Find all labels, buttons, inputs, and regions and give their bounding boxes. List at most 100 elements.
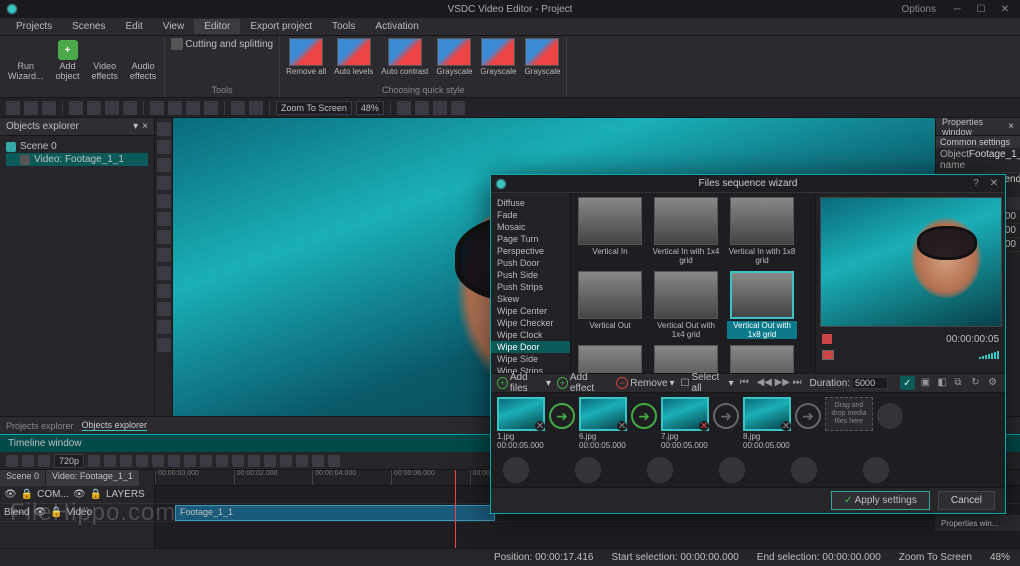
timeline-tool-icon[interactable] bbox=[22, 455, 34, 467]
transition-category-item[interactable]: Perspective bbox=[491, 245, 570, 257]
tab-projects-explorer[interactable]: Projects explorer bbox=[6, 421, 74, 431]
shape-tool-icon[interactable] bbox=[157, 284, 171, 298]
timeline-tool-icon[interactable] bbox=[296, 455, 308, 467]
confirm-check-button[interactable]: ✓ bbox=[900, 376, 915, 390]
menu-activation[interactable]: Activation bbox=[365, 19, 428, 34]
shape-tool-icon[interactable] bbox=[157, 230, 171, 244]
dialog-close-icon[interactable]: ✕ bbox=[987, 178, 1001, 190]
tool-icon[interactable] bbox=[6, 101, 20, 115]
transition-category-item[interactable]: Skew bbox=[491, 293, 570, 305]
transition-variant-item[interactable]: Horizontal In bbox=[575, 345, 645, 373]
zoom-mode-combo[interactable]: Zoom To Screen bbox=[276, 101, 352, 115]
transition-arrow-icon[interactable]: ➜ bbox=[549, 403, 575, 429]
ribbon-button[interactable]: +Addobject bbox=[54, 38, 82, 83]
shape-tool-icon[interactable] bbox=[157, 140, 171, 154]
timeline-tool-icon[interactable] bbox=[216, 455, 228, 467]
panel-close-icon[interactable]: × bbox=[142, 121, 148, 132]
timeline-tool-icon[interactable] bbox=[280, 455, 292, 467]
media-strip-item[interactable]: ✕1.jpg00:00:05.000 bbox=[497, 397, 545, 450]
cutting-splitting-button[interactable]: Cutting and splitting bbox=[171, 38, 273, 50]
tool-icon[interactable] bbox=[150, 101, 164, 115]
color-swatch[interactable] bbox=[822, 350, 834, 360]
resolution-combo[interactable]: 720p bbox=[54, 454, 84, 468]
tool-icon[interactable] bbox=[249, 101, 263, 115]
transition-variant-item[interactable]: Vertical Out with 1x8 grid bbox=[727, 271, 797, 339]
tab-properties[interactable]: Properties win... bbox=[941, 519, 998, 528]
select-all-button[interactable]: ☐Select all▾ bbox=[681, 372, 734, 394]
transition-arrow-icon[interactable]: ➜ bbox=[631, 403, 657, 429]
transition-variant-item[interactable]: Vertical Out bbox=[575, 271, 645, 339]
menu-editor[interactable]: Editor bbox=[194, 19, 240, 34]
style-tile[interactable]: Remove all bbox=[286, 38, 326, 76]
tool-icon[interactable] bbox=[186, 101, 200, 115]
tool-icon[interactable] bbox=[397, 101, 411, 115]
menu-scenes[interactable]: Scenes bbox=[62, 19, 115, 34]
transition-category-item[interactable]: Mosaic bbox=[491, 221, 570, 233]
shape-tool-icon[interactable] bbox=[157, 302, 171, 316]
tool-icon[interactable] bbox=[123, 101, 137, 115]
apply-settings-button[interactable]: ✓ Apply settings bbox=[831, 491, 930, 510]
tool-icon[interactable] bbox=[69, 101, 83, 115]
timeline-tool-icon[interactable] bbox=[328, 455, 340, 467]
tool-icon[interactable] bbox=[24, 101, 38, 115]
panel-menu-icon[interactable]: ▾ bbox=[133, 121, 138, 132]
transition-category-item[interactable]: Fade bbox=[491, 209, 570, 221]
menu-view[interactable]: View bbox=[153, 19, 195, 34]
minimize-button[interactable]: ─ bbox=[946, 2, 968, 16]
playhead-icon[interactable] bbox=[455, 470, 456, 548]
effect-slot[interactable] bbox=[719, 457, 745, 483]
transition-variant-item[interactable]: Vertical In with 1x8 grid bbox=[727, 197, 797, 265]
tool-icon[interactable] bbox=[168, 101, 182, 115]
drop-zone[interactable]: Drag and drop media files here bbox=[825, 397, 873, 431]
timeline-tool-icon[interactable] bbox=[136, 455, 148, 467]
preview-canvas[interactable] bbox=[820, 197, 1002, 327]
shape-tool-icon[interactable] bbox=[157, 338, 171, 352]
effect-slot[interactable] bbox=[575, 457, 601, 483]
effect-slot[interactable] bbox=[877, 403, 903, 429]
prop-section[interactable]: Common settings bbox=[936, 136, 1020, 148]
style-tile[interactable]: Grayscale bbox=[480, 38, 516, 76]
tool-icon[interactable] bbox=[231, 101, 245, 115]
tool-icon[interactable] bbox=[451, 101, 465, 115]
shape-tool-icon[interactable] bbox=[157, 320, 171, 334]
settings-icon[interactable]: ⚙ bbox=[988, 377, 999, 389]
transition-arrow-icon[interactable]: ➜ bbox=[795, 403, 821, 429]
timeline-clip[interactable]: Footage_1_1 bbox=[175, 505, 495, 521]
tool-icon[interactable] bbox=[204, 101, 218, 115]
transition-category-item[interactable]: Wipe Checker bbox=[491, 317, 570, 329]
shape-tool-icon[interactable] bbox=[157, 266, 171, 280]
remove-item-icon[interactable]: ✕ bbox=[617, 421, 627, 431]
nav-last-icon[interactable]: ⏭ bbox=[793, 377, 804, 389]
menu-export-project[interactable]: Export project bbox=[240, 19, 322, 34]
style-tile[interactable]: Auto contrast bbox=[381, 38, 428, 76]
media-strip-item[interactable]: ✕8.jpg00:00:05.000 bbox=[743, 397, 791, 450]
style-tile[interactable]: Grayscale bbox=[524, 38, 560, 76]
transition-category-item[interactable]: Wipe Door bbox=[491, 341, 570, 353]
style-tile[interactable]: Grayscale bbox=[436, 38, 472, 76]
ribbon-button[interactable]: RunWizard... bbox=[6, 38, 46, 83]
crop-icon[interactable]: ▣ bbox=[921, 377, 932, 389]
timeline-tool-icon[interactable] bbox=[184, 455, 196, 467]
tool-icon[interactable] bbox=[42, 101, 56, 115]
tool-icon[interactable]: ◧ bbox=[937, 377, 948, 389]
timeline-tool-icon[interactable] bbox=[38, 455, 50, 467]
menu-tools[interactable]: Tools bbox=[322, 19, 365, 34]
timeline-tool-icon[interactable] bbox=[200, 455, 212, 467]
dialog-help-icon[interactable]: ? bbox=[969, 178, 983, 190]
media-strip-item[interactable]: ✕7.jpg00:00:05.000 bbox=[661, 397, 709, 450]
shape-tool-icon[interactable] bbox=[157, 122, 171, 136]
rotate-icon[interactable]: ↻ bbox=[971, 377, 982, 389]
tool-icon[interactable] bbox=[87, 101, 101, 115]
nav-prev-icon[interactable]: ◀◀ bbox=[757, 377, 769, 389]
tree-item-scene[interactable]: Scene 0 bbox=[6, 140, 148, 153]
transition-category-item[interactable]: Push Side bbox=[491, 269, 570, 281]
transition-variant-item[interactable]: Horizontal In with 4x1 grid bbox=[651, 345, 721, 373]
effect-slot[interactable] bbox=[503, 457, 529, 483]
maximize-button[interactable]: ☐ bbox=[970, 2, 992, 16]
remove-item-icon[interactable]: ✕ bbox=[699, 421, 709, 431]
effect-slot[interactable] bbox=[647, 457, 673, 483]
add-effect-button[interactable]: +Add effect bbox=[557, 372, 610, 394]
timeline-tool-icon[interactable] bbox=[104, 455, 116, 467]
transition-variant-item[interactable]: Horizontal In with 8x1 grid bbox=[727, 345, 797, 373]
menu-projects[interactable]: Projects bbox=[6, 19, 62, 34]
